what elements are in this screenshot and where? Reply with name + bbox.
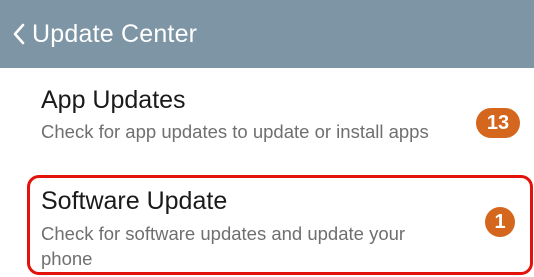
top-app-bar: Update Center xyxy=(0,0,534,68)
app-updates-description: Check for app updates to update or insta… xyxy=(41,121,429,142)
app-updates-label: App Updates xyxy=(41,86,186,114)
chevron-left-icon xyxy=(12,22,26,46)
page-title: Update Center xyxy=(32,19,198,48)
software-update-label: Software Update xyxy=(41,187,228,215)
back-button[interactable] xyxy=(0,0,30,68)
software-update-count-badge: 1 xyxy=(485,207,515,237)
list-item-app-updates[interactable]: App Updates Check for app updates to upd… xyxy=(0,68,534,174)
software-update-description: Check for software updates and update yo… xyxy=(41,223,406,269)
app-updates-count-badge: 13 xyxy=(476,108,520,138)
list-item-software-update[interactable]: Software Update Check for software updat… xyxy=(0,174,534,277)
